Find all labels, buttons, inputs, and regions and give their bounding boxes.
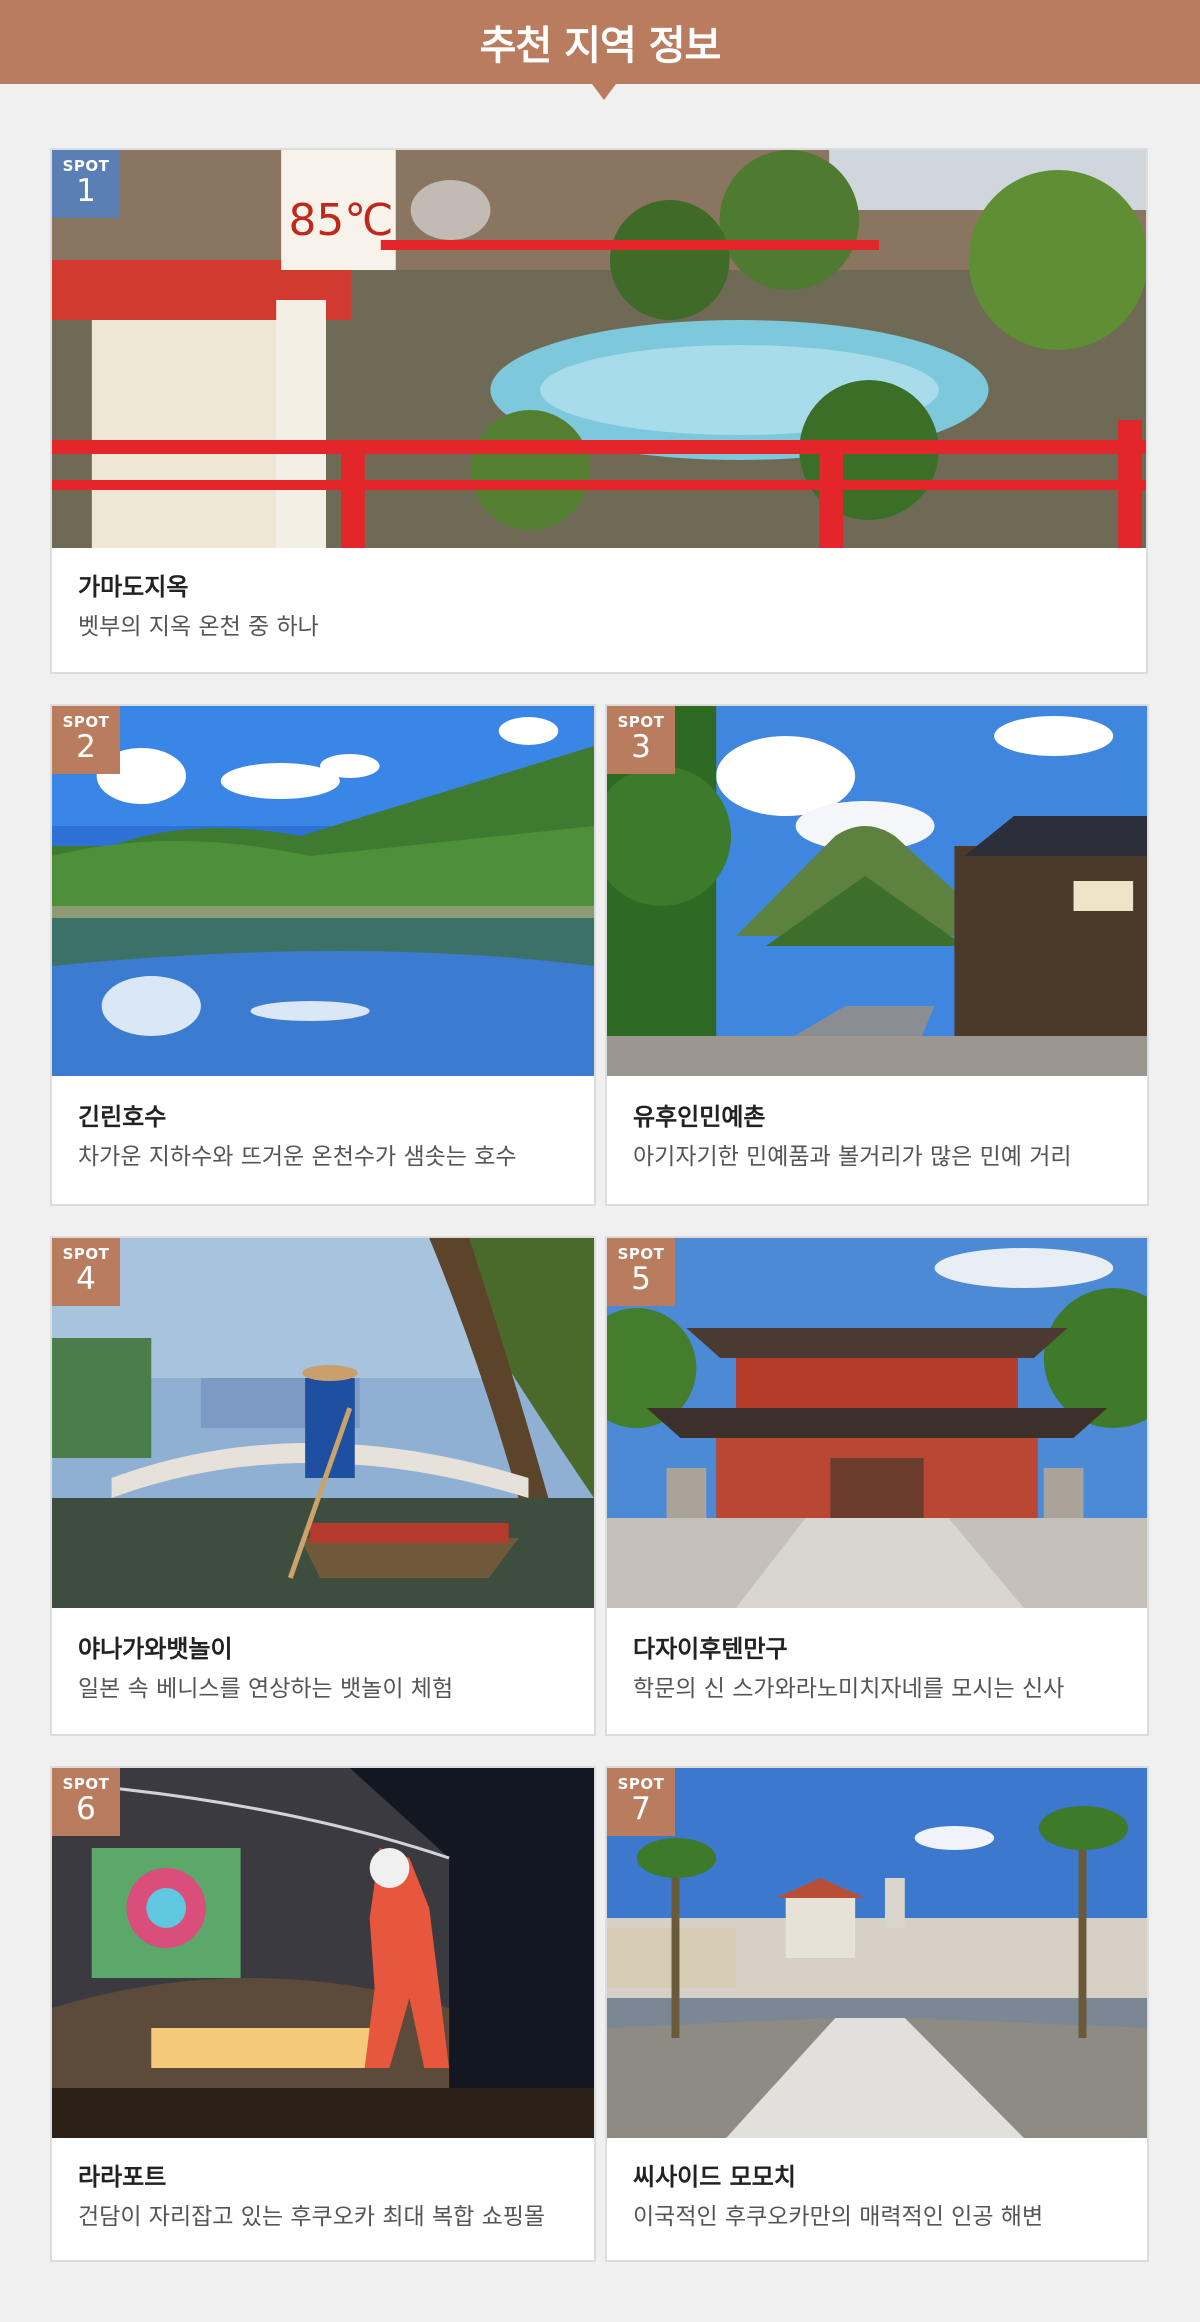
spot-badge-label: SPOT <box>62 713 110 731</box>
spot-description: 일본 속 베니스를 연상하는 뱃놀이 체험 <box>78 1676 454 1702</box>
spot-badge-6: SPOT 6 <box>52 1768 120 1836</box>
spot-caption-5: 다자이후텐만구 학문의 신 스가와라노미치자네를 모시는 신사 <box>633 1634 1133 1704</box>
spot-description: 이국적인 후쿠오카만의 매력적인 인공 해변 <box>633 2204 1044 2230</box>
spot-badge-number: 5 <box>631 1261 651 1297</box>
spot-caption-6: 라라포트 건담이 자리잡고 있는 후쿠오카 최대 복합 쇼핑몰 <box>78 2162 580 2232</box>
page-header: 추천 지역 정보 <box>0 0 1200 100</box>
spot-card-4[interactable]: SPOT 4 야나가와뱃놀이 일본 속 베니스를 연상하는 뱃놀이 체험 <box>50 1236 596 1736</box>
spot-description: 건담이 자리잡고 있는 후쿠오카 최대 복합 쇼핑몰 <box>78 2204 546 2230</box>
spot-card-1[interactable]: 85℃ SPOT 1 가마도지옥 벳부의 지옥 온천 중 하나 <box>50 148 1148 674</box>
spot-photo-2 <box>52 706 594 1076</box>
spot-badge-number: 1 <box>76 173 96 209</box>
spot-photo-5 <box>607 1238 1147 1608</box>
spot-photo-1: 85℃ <box>52 150 1146 548</box>
spot-badge-label: SPOT <box>617 1245 665 1263</box>
svg-text:85℃: 85℃ <box>288 195 393 246</box>
spot-badge-5: SPOT 5 <box>607 1238 675 1306</box>
page-title: 추천 지역 정보 <box>479 23 722 69</box>
spot-card-2[interactable]: SPOT 2 긴린호수 차가운 지하수와 뜨거운 온천수가 샘솟는 호수 <box>50 704 596 1206</box>
spot-badge-2: SPOT 2 <box>52 706 120 774</box>
spot-description: 학문의 신 스가와라노미치자네를 모시는 신사 <box>633 1676 1065 1702</box>
spot-badge-4: SPOT 4 <box>52 1238 120 1306</box>
spot-name: 다자이후텐만구 <box>633 1635 788 1663</box>
header-pointer <box>592 84 616 100</box>
spot-name: 야나가와뱃놀이 <box>78 1635 233 1663</box>
spot-caption-7: 씨사이드 모모치 이국적인 후쿠오카만의 매력적인 인공 해변 <box>633 2162 1133 2232</box>
spot-caption-3: 유후인민예촌 아기자기한 민예품과 볼거리가 많은 민예 거리 <box>633 1102 1133 1172</box>
spot-name: 가마도지옥 <box>78 573 189 601</box>
spot-name: 라라포트 <box>78 2163 167 2191</box>
spot-description: 벳부의 지옥 온천 중 하나 <box>78 614 319 640</box>
spot-name: 긴린호수 <box>78 1103 167 1131</box>
spot-badge-label: SPOT <box>62 1775 110 1793</box>
spot-badge-7: SPOT 7 <box>607 1768 675 1836</box>
spot-description: 아기자기한 민예품과 볼거리가 많은 민예 거리 <box>633 1144 1072 1170</box>
spot-photo-3 <box>607 706 1147 1076</box>
spot-photo-4 <box>52 1238 594 1608</box>
spot-caption-4: 야나가와뱃놀이 일본 속 베니스를 연상하는 뱃놀이 체험 <box>78 1634 580 1704</box>
spot-badge-number: 6 <box>76 1791 96 1827</box>
spot-name: 유후인민예촌 <box>633 1103 766 1131</box>
spot-badge-1: SPOT 1 <box>52 150 120 218</box>
spot-caption-1: 가마도지옥 벳부의 지옥 온천 중 하나 <box>78 572 1132 642</box>
spot-badge-number: 2 <box>76 729 96 765</box>
spot-card-5[interactable]: SPOT 5 다자이후텐만구 학문의 신 스가와라노미치자네를 모시는 신사 <box>605 1236 1149 1736</box>
spot-badge-number: 3 <box>631 729 651 765</box>
spot-badge-label: SPOT <box>62 1245 110 1263</box>
spot-photo-7 <box>607 1768 1147 2138</box>
spot-photo-6 <box>52 1768 594 2138</box>
spot-card-7[interactable]: SPOT 7 씨사이드 모모치 이국적인 후쿠오카만의 매력적인 인공 해변 <box>605 1766 1149 2262</box>
spot-badge-number: 7 <box>631 1791 651 1827</box>
spot-card-6[interactable]: SPOT 6 라라포트 건담이 자리잡고 있는 후쿠오카 최대 복합 쇼핑몰 <box>50 1766 596 2262</box>
spot-badge-3: SPOT 3 <box>607 706 675 774</box>
spot-badge-label: SPOT <box>617 713 665 731</box>
spot-badge-number: 4 <box>76 1261 96 1297</box>
spot-card-3[interactable]: SPOT 3 유후인민예촌 아기자기한 민예품과 볼거리가 많은 민예 거리 <box>605 704 1149 1206</box>
spot-badge-label: SPOT <box>617 1775 665 1793</box>
spot-description: 차가운 지하수와 뜨거운 온천수가 샘솟는 호수 <box>78 1144 517 1170</box>
spot-badge-label: SPOT <box>62 157 110 175</box>
spot-caption-2: 긴린호수 차가운 지하수와 뜨거운 온천수가 샘솟는 호수 <box>78 1102 580 1172</box>
spot-name: 씨사이드 모모치 <box>633 2163 796 2191</box>
